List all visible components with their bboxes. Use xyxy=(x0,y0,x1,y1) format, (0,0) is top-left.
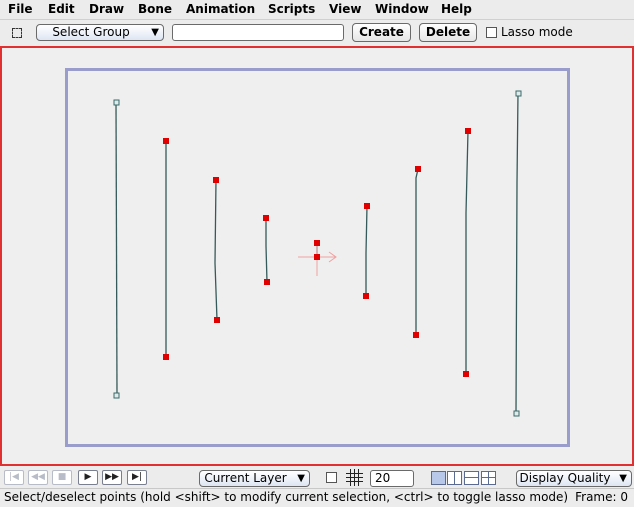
point-handle xyxy=(264,279,270,285)
point-handle xyxy=(163,138,169,144)
curve-8 xyxy=(465,130,469,374)
status-message: Select/deselect points (hold <shift> to … xyxy=(4,490,569,504)
canvas-viewport[interactable] xyxy=(0,46,634,466)
grid-size-field[interactable]: 20 xyxy=(370,470,414,487)
dropdown-arrow-icon: ▼ xyxy=(151,27,159,38)
point-handle xyxy=(263,215,269,221)
menu-view[interactable]: View xyxy=(329,2,361,16)
rewind-icon: ◀◀ xyxy=(31,472,45,482)
stop-icon: ■ xyxy=(57,472,67,482)
go-end-button[interactable]: ▶| xyxy=(127,470,147,485)
display-quality-dropdown[interactable]: Display Quality ▼ xyxy=(516,470,632,487)
grid-checkbox[interactable] xyxy=(326,472,337,483)
point-handle xyxy=(463,371,469,377)
layer-scope-label: Current Layer xyxy=(204,471,287,485)
menu-animation[interactable]: Animation xyxy=(186,2,255,16)
frame-indicator: Frame: 0 xyxy=(575,490,628,504)
point-handle xyxy=(513,410,520,417)
tool-options-bar: Select Group ▼ Create Delete Lasso mode xyxy=(0,20,634,45)
point-handle xyxy=(163,354,169,360)
menu-edit[interactable]: Edit xyxy=(48,2,75,16)
grid-icon xyxy=(346,469,363,486)
fast-forward-icon: ▶▶ xyxy=(105,472,119,482)
split-horizontal-view-button[interactable] xyxy=(464,471,479,485)
delete-button[interactable]: Delete xyxy=(419,23,477,42)
lasso-mode-checkbox[interactable] xyxy=(486,27,497,38)
quad-view-button[interactable] xyxy=(481,471,496,485)
quad-view-icon xyxy=(482,477,495,478)
curve-1 xyxy=(115,101,118,396)
select-group-label: Select Group xyxy=(52,25,130,39)
curve-4 xyxy=(265,218,268,283)
point-handle xyxy=(515,90,522,97)
layer-scope-dropdown[interactable]: Current Layer ▼ xyxy=(199,470,310,487)
create-button[interactable]: Create xyxy=(352,23,411,42)
point-handle xyxy=(213,177,219,183)
display-quality-label: Display Quality xyxy=(519,471,611,485)
canvas-drawing[interactable] xyxy=(2,48,632,464)
curve-6 xyxy=(365,205,368,296)
menu-bone[interactable]: Bone xyxy=(138,2,172,16)
step-back-button[interactable]: ◀◀ xyxy=(28,470,48,485)
menu-bar: File Edit Draw Bone Animation Scripts Vi… xyxy=(0,0,634,20)
menu-draw[interactable]: Draw xyxy=(89,2,124,16)
point-handle xyxy=(363,293,369,299)
point-handle xyxy=(413,332,419,338)
point-handle xyxy=(214,317,220,323)
play-icon: ▶ xyxy=(84,472,92,482)
select-group-dropdown[interactable]: Select Group ▼ xyxy=(36,24,164,41)
menu-help[interactable]: Help xyxy=(441,2,472,16)
point-handle xyxy=(113,392,120,399)
step-forward-button[interactable]: ▶▶ xyxy=(102,470,122,485)
point-handle xyxy=(415,166,421,172)
curve-3 xyxy=(214,179,218,321)
curve-7 xyxy=(415,168,419,335)
point-handle xyxy=(113,99,120,106)
skip-back-icon: |◀ xyxy=(9,472,19,482)
dropdown-arrow-icon: ▼ xyxy=(619,473,627,484)
point-handle xyxy=(465,128,471,134)
bottom-toolbar: |◀ ◀◀ ■ ▶ ▶▶ ▶| Current Layer ▼ 20 Displ… xyxy=(0,467,634,488)
lasso-mode-label: Lasso mode xyxy=(501,25,573,39)
split-vertical-view-button[interactable] xyxy=(447,471,462,485)
curve-9 xyxy=(515,92,519,414)
go-start-button[interactable]: |◀ xyxy=(4,470,24,485)
split-horizontal-icon xyxy=(465,477,478,478)
menu-file[interactable]: File xyxy=(8,2,33,16)
split-vertical-icon xyxy=(454,472,455,484)
menu-window[interactable]: Window xyxy=(375,2,429,16)
dropdown-arrow-icon: ▼ xyxy=(297,473,305,484)
status-bar: Select/deselect points (hold <shift> to … xyxy=(0,488,634,507)
point-handle xyxy=(364,203,370,209)
group-name-field[interactable] xyxy=(172,24,344,41)
lasso-selection-icon xyxy=(12,28,22,38)
play-button[interactable]: ▶ xyxy=(78,470,98,485)
point-handle xyxy=(314,254,320,260)
stop-button[interactable]: ■ xyxy=(52,470,72,485)
menu-scripts[interactable]: Scripts xyxy=(268,2,315,16)
skip-forward-icon: ▶| xyxy=(132,472,142,482)
quad-view-icon xyxy=(488,472,489,484)
single-view-button[interactable] xyxy=(431,471,446,485)
point-handle xyxy=(314,240,320,246)
